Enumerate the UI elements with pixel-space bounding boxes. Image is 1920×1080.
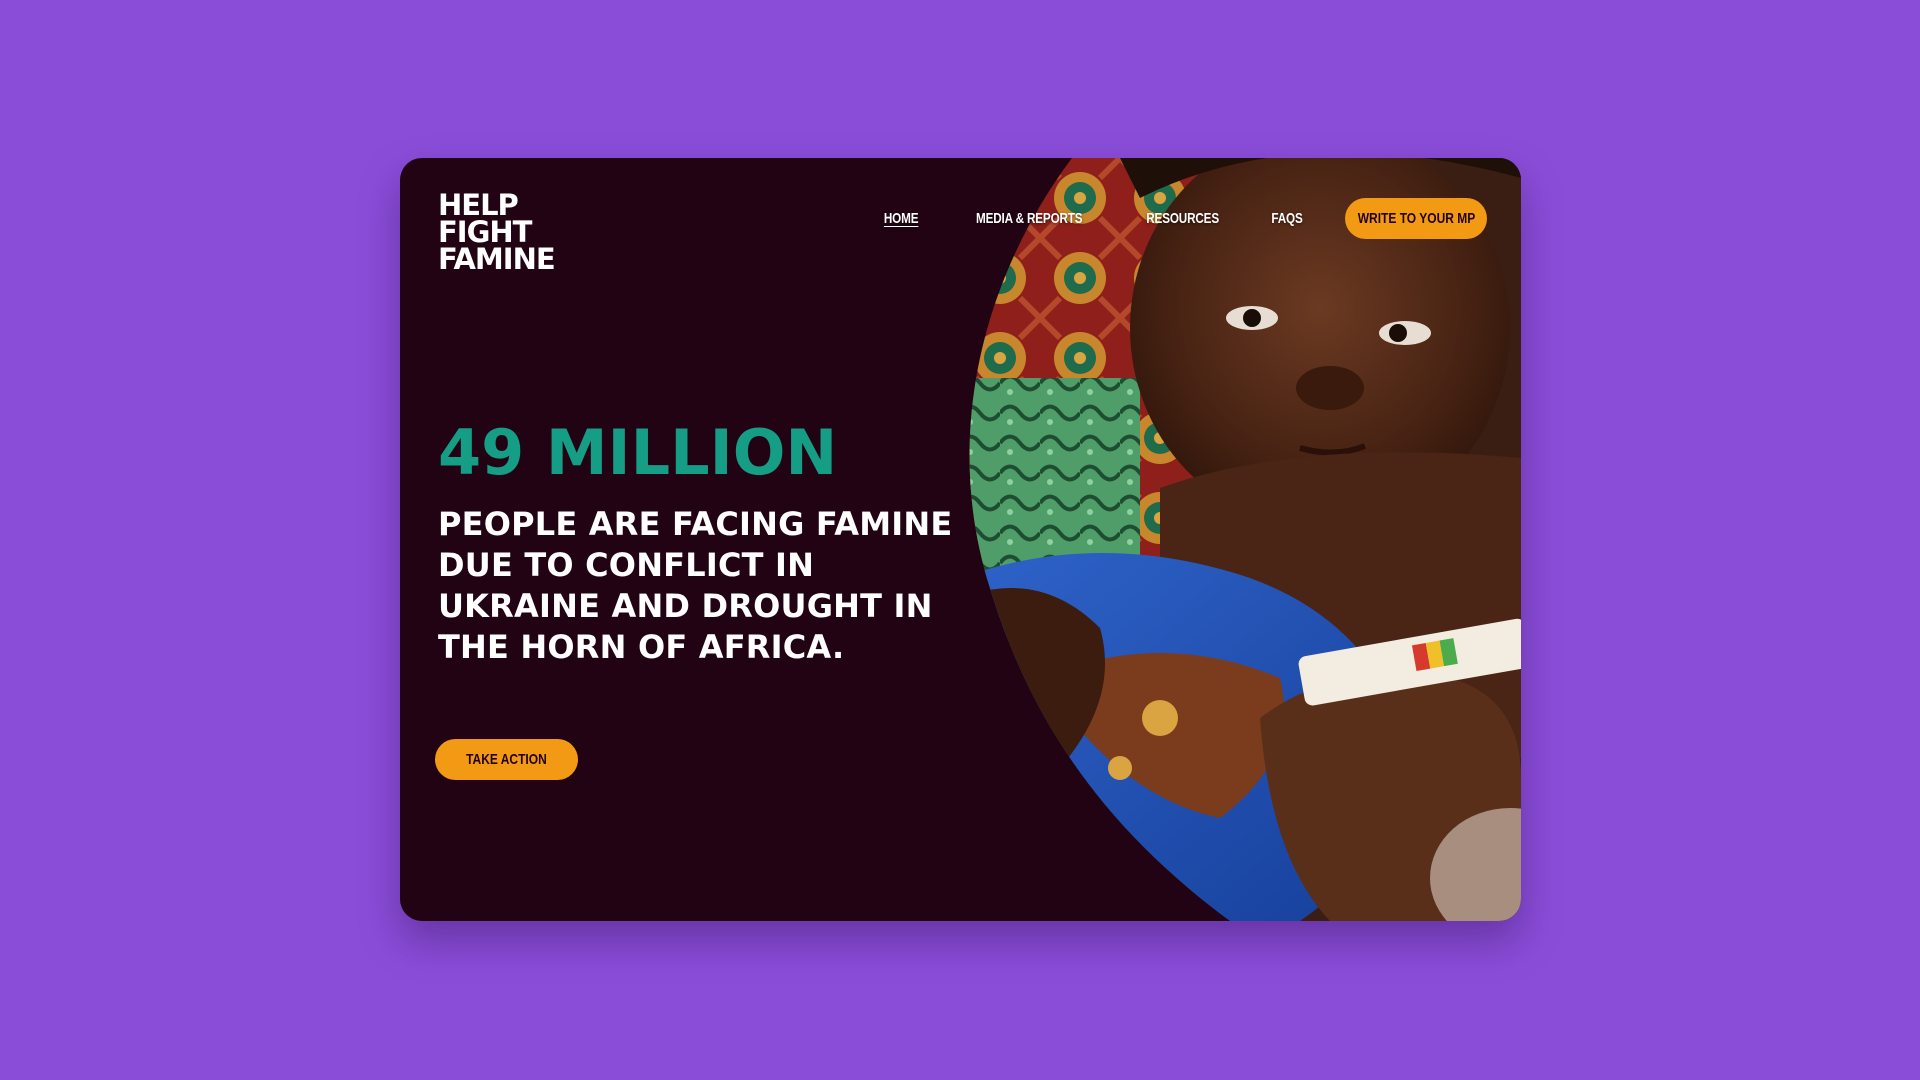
hero-card: HELP FIGHT FAMINE HOME MEDIA & REPORTS R… <box>400 158 1521 921</box>
hero-stat: 49 MILLION <box>438 416 838 489</box>
write-to-your-mp-label: WRITE TO YOUR MP <box>1357 210 1475 227</box>
hero-statement: PEOPLE ARE FACING FAMINE DUE TO CONFLICT… <box>438 505 953 666</box>
main-nav: HOME MEDIA & REPORTS RESOURCES FAQS WRIT… <box>879 198 1487 239</box>
take-action-button[interactable]: TAKE ACTION <box>435 739 578 780</box>
write-to-your-mp-button[interactable]: WRITE TO YOUR MP <box>1345 198 1487 239</box>
nav-link-media-reports[interactable]: MEDIA & REPORTS <box>976 210 1083 227</box>
nav-link-home[interactable]: HOME <box>884 210 919 227</box>
take-action-label: TAKE ACTION <box>466 751 547 768</box>
logo-line-famine: FAMINE <box>438 242 556 276</box>
help-fight-famine-logo[interactable]: HELP FIGHT FAMINE <box>438 191 556 276</box>
nav-link-faqs[interactable]: FAQS <box>1271 210 1302 227</box>
nav-link-resources[interactable]: RESOURCES <box>1146 210 1219 227</box>
